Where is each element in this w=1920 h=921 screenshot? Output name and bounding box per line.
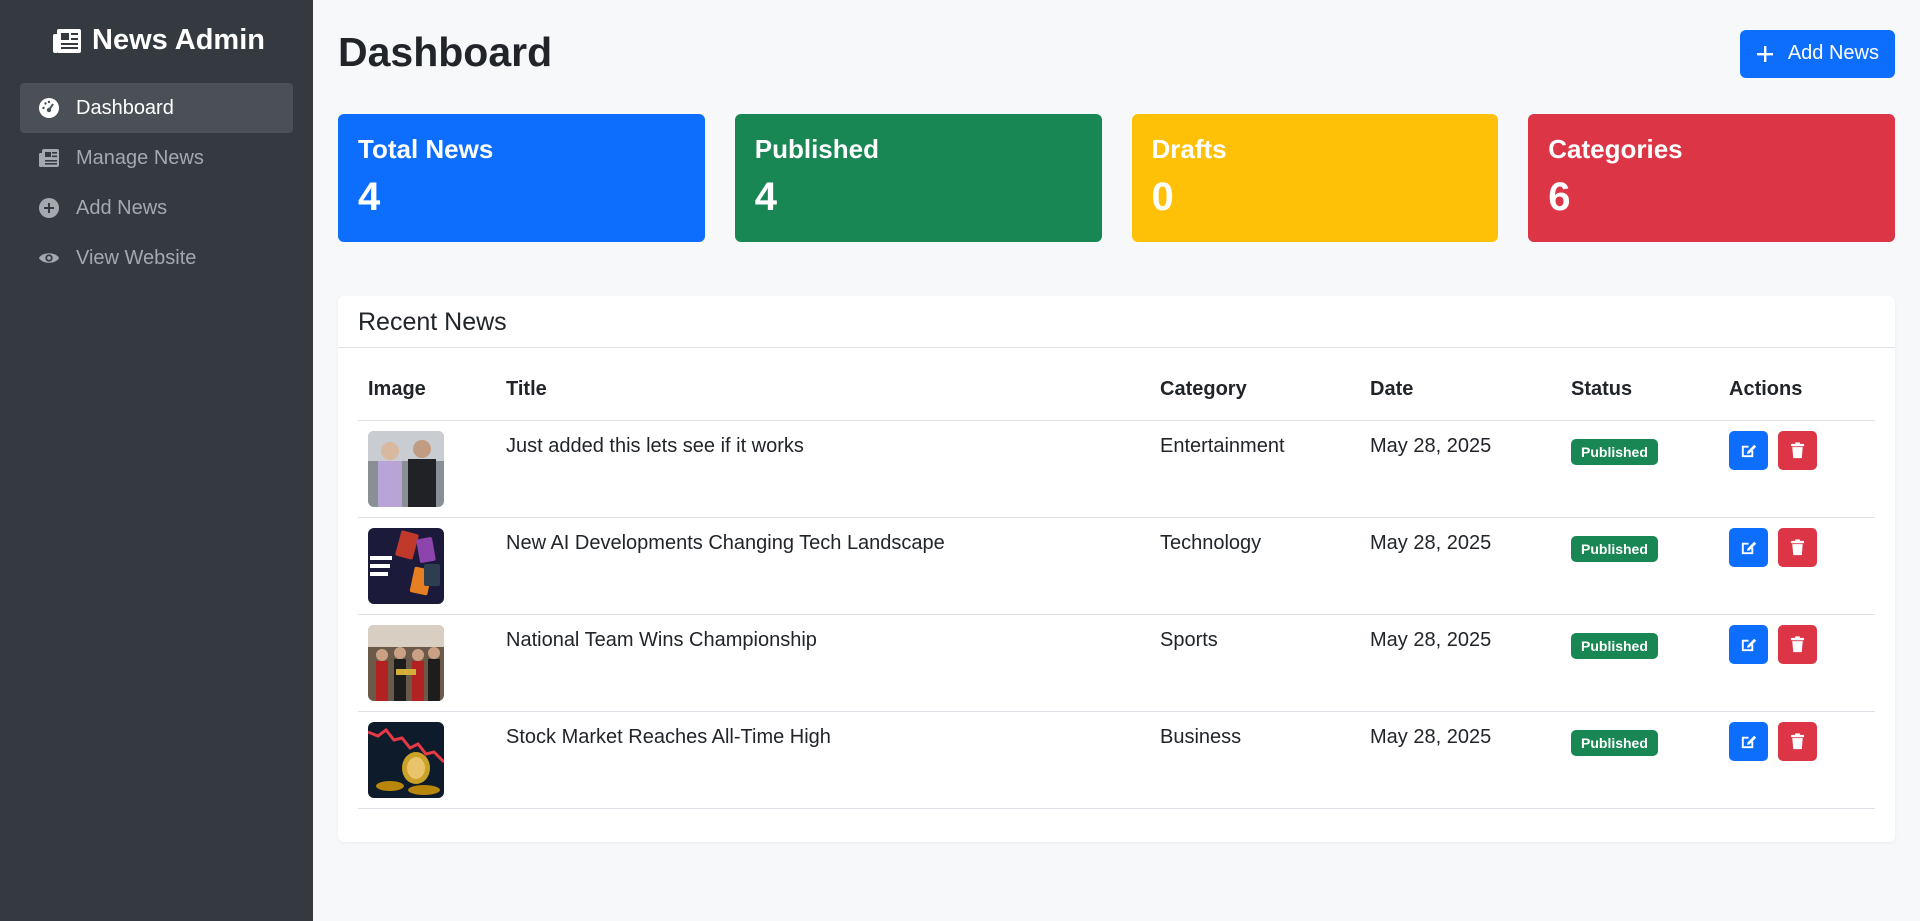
sidebar-item-manage-news[interactable]: Manage News: [20, 133, 293, 183]
stat-label: Published: [754, 134, 879, 164]
table-row: Stock Market Reaches All-Time High Busin…: [358, 711, 1875, 809]
news-date: May 28, 2025: [1360, 614, 1561, 712]
news-thumbnail[interactable]: [368, 430, 444, 507]
brand-title: News Admin: [92, 24, 265, 56]
add-news-button[interactable]: Add News: [1739, 29, 1895, 78]
main-content: Dashboard Add News Total News 4 Publishe…: [313, 0, 1920, 921]
table-row: Just added this lets see if it works Ent…: [358, 420, 1875, 518]
delete-button[interactable]: [1778, 430, 1817, 470]
stat-value: 6: [1548, 175, 1571, 219]
trash-icon: [1790, 635, 1805, 652]
recent-news-title: Recent News: [338, 296, 1895, 348]
edit-icon: [1741, 735, 1757, 748]
stat-value: 4: [754, 175, 777, 219]
edit-icon: [1741, 541, 1757, 554]
add-news-label: Add News: [1787, 42, 1879, 64]
newspaper-icon: [39, 149, 59, 167]
news-title: New AI Developments Changing Tech Landsc…: [496, 517, 1150, 615]
column-header: Actions: [1719, 364, 1875, 421]
news-thumbnail[interactable]: [368, 721, 444, 798]
stat-label: Categories: [1548, 134, 1683, 164]
news-category: Technology: [1150, 517, 1360, 615]
stat-value: 0: [1151, 175, 1174, 219]
brand[interactable]: News Admin: [24, 24, 293, 57]
delete-button[interactable]: [1778, 624, 1817, 664]
news-category: Business: [1150, 711, 1360, 809]
column-header: Image: [358, 364, 496, 421]
newspaper-icon: [53, 28, 82, 53]
edit-button[interactable]: [1729, 624, 1768, 664]
sidebar-item-dashboard[interactable]: Dashboard: [20, 83, 293, 133]
eye-icon: [38, 253, 60, 263]
news-thumbnail[interactable]: [368, 527, 444, 604]
stat-label: Drafts: [1151, 134, 1227, 164]
news-date: May 28, 2025: [1360, 517, 1561, 615]
sidebar-item-label: Add News: [76, 196, 168, 219]
stats-row: Total News 4 Published 4 Drafts 0 Catego…: [338, 114, 1895, 242]
delete-button[interactable]: [1778, 527, 1817, 567]
news-category: Entertainment: [1150, 420, 1360, 518]
column-header: Category: [1150, 364, 1360, 421]
news-date: May 28, 2025: [1360, 711, 1561, 809]
recent-news-card: Recent News Image Title Category Date St…: [338, 296, 1895, 842]
news-date: May 28, 2025: [1360, 420, 1561, 518]
page-title: Dashboard: [338, 28, 553, 75]
sidebar-item-add-news[interactable]: Add News: [20, 183, 293, 233]
stat-label: Total News: [358, 134, 494, 164]
gauge-icon: [39, 98, 59, 118]
news-category: Sports: [1150, 614, 1360, 712]
sidebar: News Admin Dashboard Manage News Add New…: [0, 0, 313, 921]
sidebar-item-label: Manage News: [76, 146, 204, 169]
column-header: Status: [1561, 364, 1719, 421]
status-badge: Published: [1571, 438, 1658, 465]
table-row: New AI Developments Changing Tech Landsc…: [358, 517, 1875, 615]
table-header-row: Image Title Category Date Status Actions: [358, 364, 1875, 421]
stat-card-published: Published 4: [734, 114, 1102, 242]
recent-news-table: Image Title Category Date Status Actions: [358, 364, 1875, 809]
edit-button[interactable]: [1729, 527, 1768, 567]
table-row: National Team Wins Championship Sports M…: [358, 614, 1875, 712]
stat-card-drafts: Drafts 0: [1131, 114, 1499, 242]
stat-value: 4: [358, 175, 381, 219]
news-title: Stock Market Reaches All-Time High: [496, 711, 1150, 809]
edit-button[interactable]: [1729, 721, 1768, 761]
stat-card-categories: Categories 6: [1528, 114, 1895, 242]
plus-circle-icon: [39, 198, 59, 218]
sidebar-item-label: Dashboard: [76, 96, 174, 119]
edit-icon: [1741, 444, 1757, 457]
edit-button[interactable]: [1729, 430, 1768, 470]
trash-icon: [1790, 732, 1805, 749]
sidebar-item-view-website[interactable]: View Website: [20, 233, 293, 283]
news-title: National Team Wins Championship: [496, 614, 1150, 712]
sidebar-item-label: View Website: [76, 246, 197, 269]
trash-icon: [1790, 441, 1805, 458]
status-badge: Published: [1571, 632, 1658, 659]
status-badge: Published: [1571, 729, 1658, 756]
column-header: Date: [1360, 364, 1561, 421]
status-badge: Published: [1571, 535, 1658, 562]
stat-card-total-news: Total News 4: [338, 114, 705, 242]
news-title: Just added this lets see if it works: [496, 420, 1150, 518]
edit-icon: [1741, 638, 1757, 651]
topbar: Dashboard Add News: [338, 26, 1895, 78]
news-thumbnail[interactable]: [368, 624, 444, 701]
trash-icon: [1790, 538, 1805, 555]
column-header: Title: [496, 364, 1150, 421]
delete-button[interactable]: [1778, 721, 1817, 761]
plus-icon: [1756, 45, 1773, 62]
